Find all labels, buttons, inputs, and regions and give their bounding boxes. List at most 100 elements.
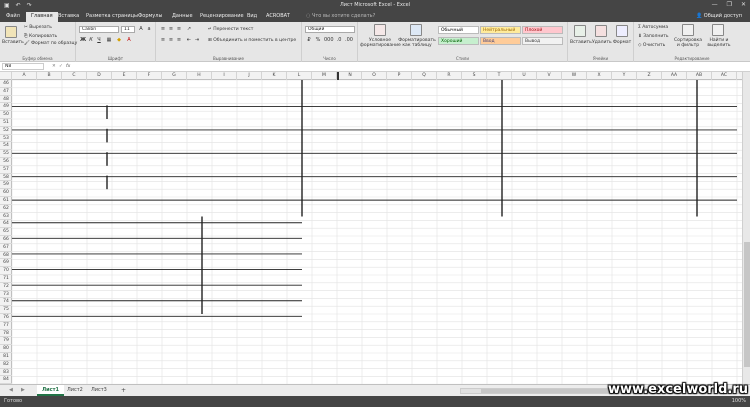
column-header-r[interactable]: R [437,72,462,80]
row-header-48[interactable]: 48 [0,96,12,104]
sheet-tab-2[interactable]: Лист2 [62,385,88,396]
paste-icon[interactable] [5,26,17,38]
format-as-table-icon[interactable] [410,24,422,36]
tell-me-box[interactable]: ◌ Что вы хотите сделать? [306,13,375,19]
row-header-77[interactable]: 77 [0,322,12,330]
percent-icon[interactable]: % [315,37,321,43]
row-header-75[interactable]: 75 [0,306,12,314]
format-cells-icon[interactable] [616,25,628,37]
add-sheet-icon[interactable]: + [116,385,131,396]
restore-icon[interactable]: ❐ [727,1,732,8]
column-header-o[interactable]: O [362,72,387,80]
column-header-n[interactable]: N [337,72,362,80]
row-header-71[interactable]: 71 [0,275,12,283]
find-select-icon[interactable] [712,24,724,36]
fill-button[interactable]: ⬇ Заполнить [638,34,669,39]
fx-icon[interactable]: fx [66,64,70,69]
tab-data[interactable]: Данные [172,13,193,19]
column-header-x[interactable]: X [587,72,612,80]
row-header-72[interactable]: 72 [0,283,12,291]
column-header-h[interactable]: H [187,72,212,80]
row-header-60[interactable]: 60 [0,189,12,197]
column-header-aa[interactable]: AA [662,72,687,80]
row-header-69[interactable]: 69 [0,259,12,268]
row-header-82[interactable]: 82 [0,361,12,369]
column-header-l[interactable]: L [287,72,312,80]
borders-icon[interactable]: ▦ [106,37,112,43]
find-select-button[interactable]: Найти и выделить [704,38,734,48]
vertical-scrollbar[interactable] [742,72,750,384]
column-header-ac[interactable]: AC [712,72,737,80]
paste-button[interactable]: Вставить [2,40,24,45]
tab-acrobat[interactable]: ACROBAT [266,13,290,19]
row-header-68[interactable]: 68 [0,252,12,260]
align-top-icon[interactable]: ≡ [160,26,166,32]
row-header-78[interactable]: 78 [0,330,12,338]
sheet-tab-3[interactable]: Лист3 [86,385,112,396]
column-header-k[interactable]: K [262,72,287,80]
sort-filter-button[interactable]: Сортировка и фильтр [674,38,702,48]
font-name-select[interactable]: Calibri [79,26,119,33]
row-header-81[interactable]: 81 [0,353,12,361]
column-header-e[interactable]: E [112,72,137,80]
row-header-80[interactable]: 80 [0,345,12,353]
scroll-thumb[interactable] [744,242,750,367]
row-header-57[interactable]: 57 [0,166,12,174]
format-cells-button[interactable]: Формат [613,40,631,45]
row-header-73[interactable]: 73 [0,291,12,299]
row-header-59[interactable]: 59 [0,181,12,190]
tab-home[interactable]: Главная [26,12,58,22]
column-header-v[interactable]: V [537,72,562,80]
decrease-indent-icon[interactable]: ⇤ [186,37,192,43]
row-header-55[interactable]: 55 [0,150,12,158]
name-box[interactable]: N8 [2,63,44,70]
row-header-79[interactable]: 79 [0,337,12,346]
row-header-70[interactable]: 70 [0,267,12,275]
share-button[interactable]: 👤 Общий доступ [696,13,742,19]
column-header-g[interactable]: G [162,72,187,80]
column-header-t[interactable]: T [487,72,512,80]
row-header-56[interactable]: 56 [0,158,12,166]
copy-button[interactable]: ⎘ Копировать [24,33,57,39]
row-header-53[interactable]: 53 [0,135,12,143]
row-header-54[interactable]: 54 [0,142,12,151]
column-header-q[interactable]: Q [412,72,437,80]
bold-icon[interactable]: Ж [80,37,86,43]
row-header-50[interactable]: 50 [0,111,12,119]
currency-icon[interactable]: ₽ [306,37,312,43]
row-header-64[interactable]: 64 [0,220,12,229]
row-header-66[interactable]: 66 [0,236,12,244]
font-size-select[interactable]: 11 [121,26,135,33]
row-header-46[interactable]: 46 [0,80,12,88]
clear-button[interactable]: ◇ Очистить [638,43,665,48]
style-normal[interactable]: Обычный [438,26,479,34]
tab-review[interactable]: Рецензирование [200,13,244,19]
format-painter-button[interactable]: 🖌 Формат по образцу [24,41,77,46]
style-input[interactable]: Ввод [480,37,521,45]
tab-view[interactable]: Вид [247,13,257,19]
underline-icon[interactable]: Ч [96,37,102,43]
column-header-ab[interactable]: AB [687,72,712,80]
format-as-table-button[interactable]: Форматировать как таблицу [398,38,436,48]
column-header-y[interactable]: Y [612,72,637,80]
column-header-w[interactable]: W [562,72,587,80]
align-bottom-icon[interactable]: ≡ [176,26,182,32]
conditional-formatting-button[interactable]: Условное форматирование [360,38,401,48]
column-header-s[interactable]: S [462,72,487,80]
merge-center-button[interactable]: ⊞ Объединить и поместить в центре [208,38,296,43]
style-bad[interactable]: Плохой [522,26,563,34]
row-header-49[interactable]: 49 [0,103,12,112]
row-header-83[interactable]: 83 [0,369,12,377]
conditional-formatting-icon[interactable] [374,24,386,36]
decrease-decimal-icon[interactable]: .00 [345,37,353,43]
row-header-63[interactable]: 63 [0,213,12,221]
sheet-tab-1[interactable]: Лист1 [37,385,64,396]
row-header-76[interactable]: 76 [0,314,12,322]
tab-formulas[interactable]: Формулы [138,13,162,19]
sort-filter-icon[interactable] [682,24,694,36]
comma-icon[interactable]: 000 [324,37,334,43]
tab-page-layout[interactable]: Разметка страницы [86,13,138,19]
align-center-icon[interactable]: ≡ [168,37,174,43]
tab-file[interactable]: Файл [6,13,20,19]
formula-input[interactable] [76,63,746,70]
